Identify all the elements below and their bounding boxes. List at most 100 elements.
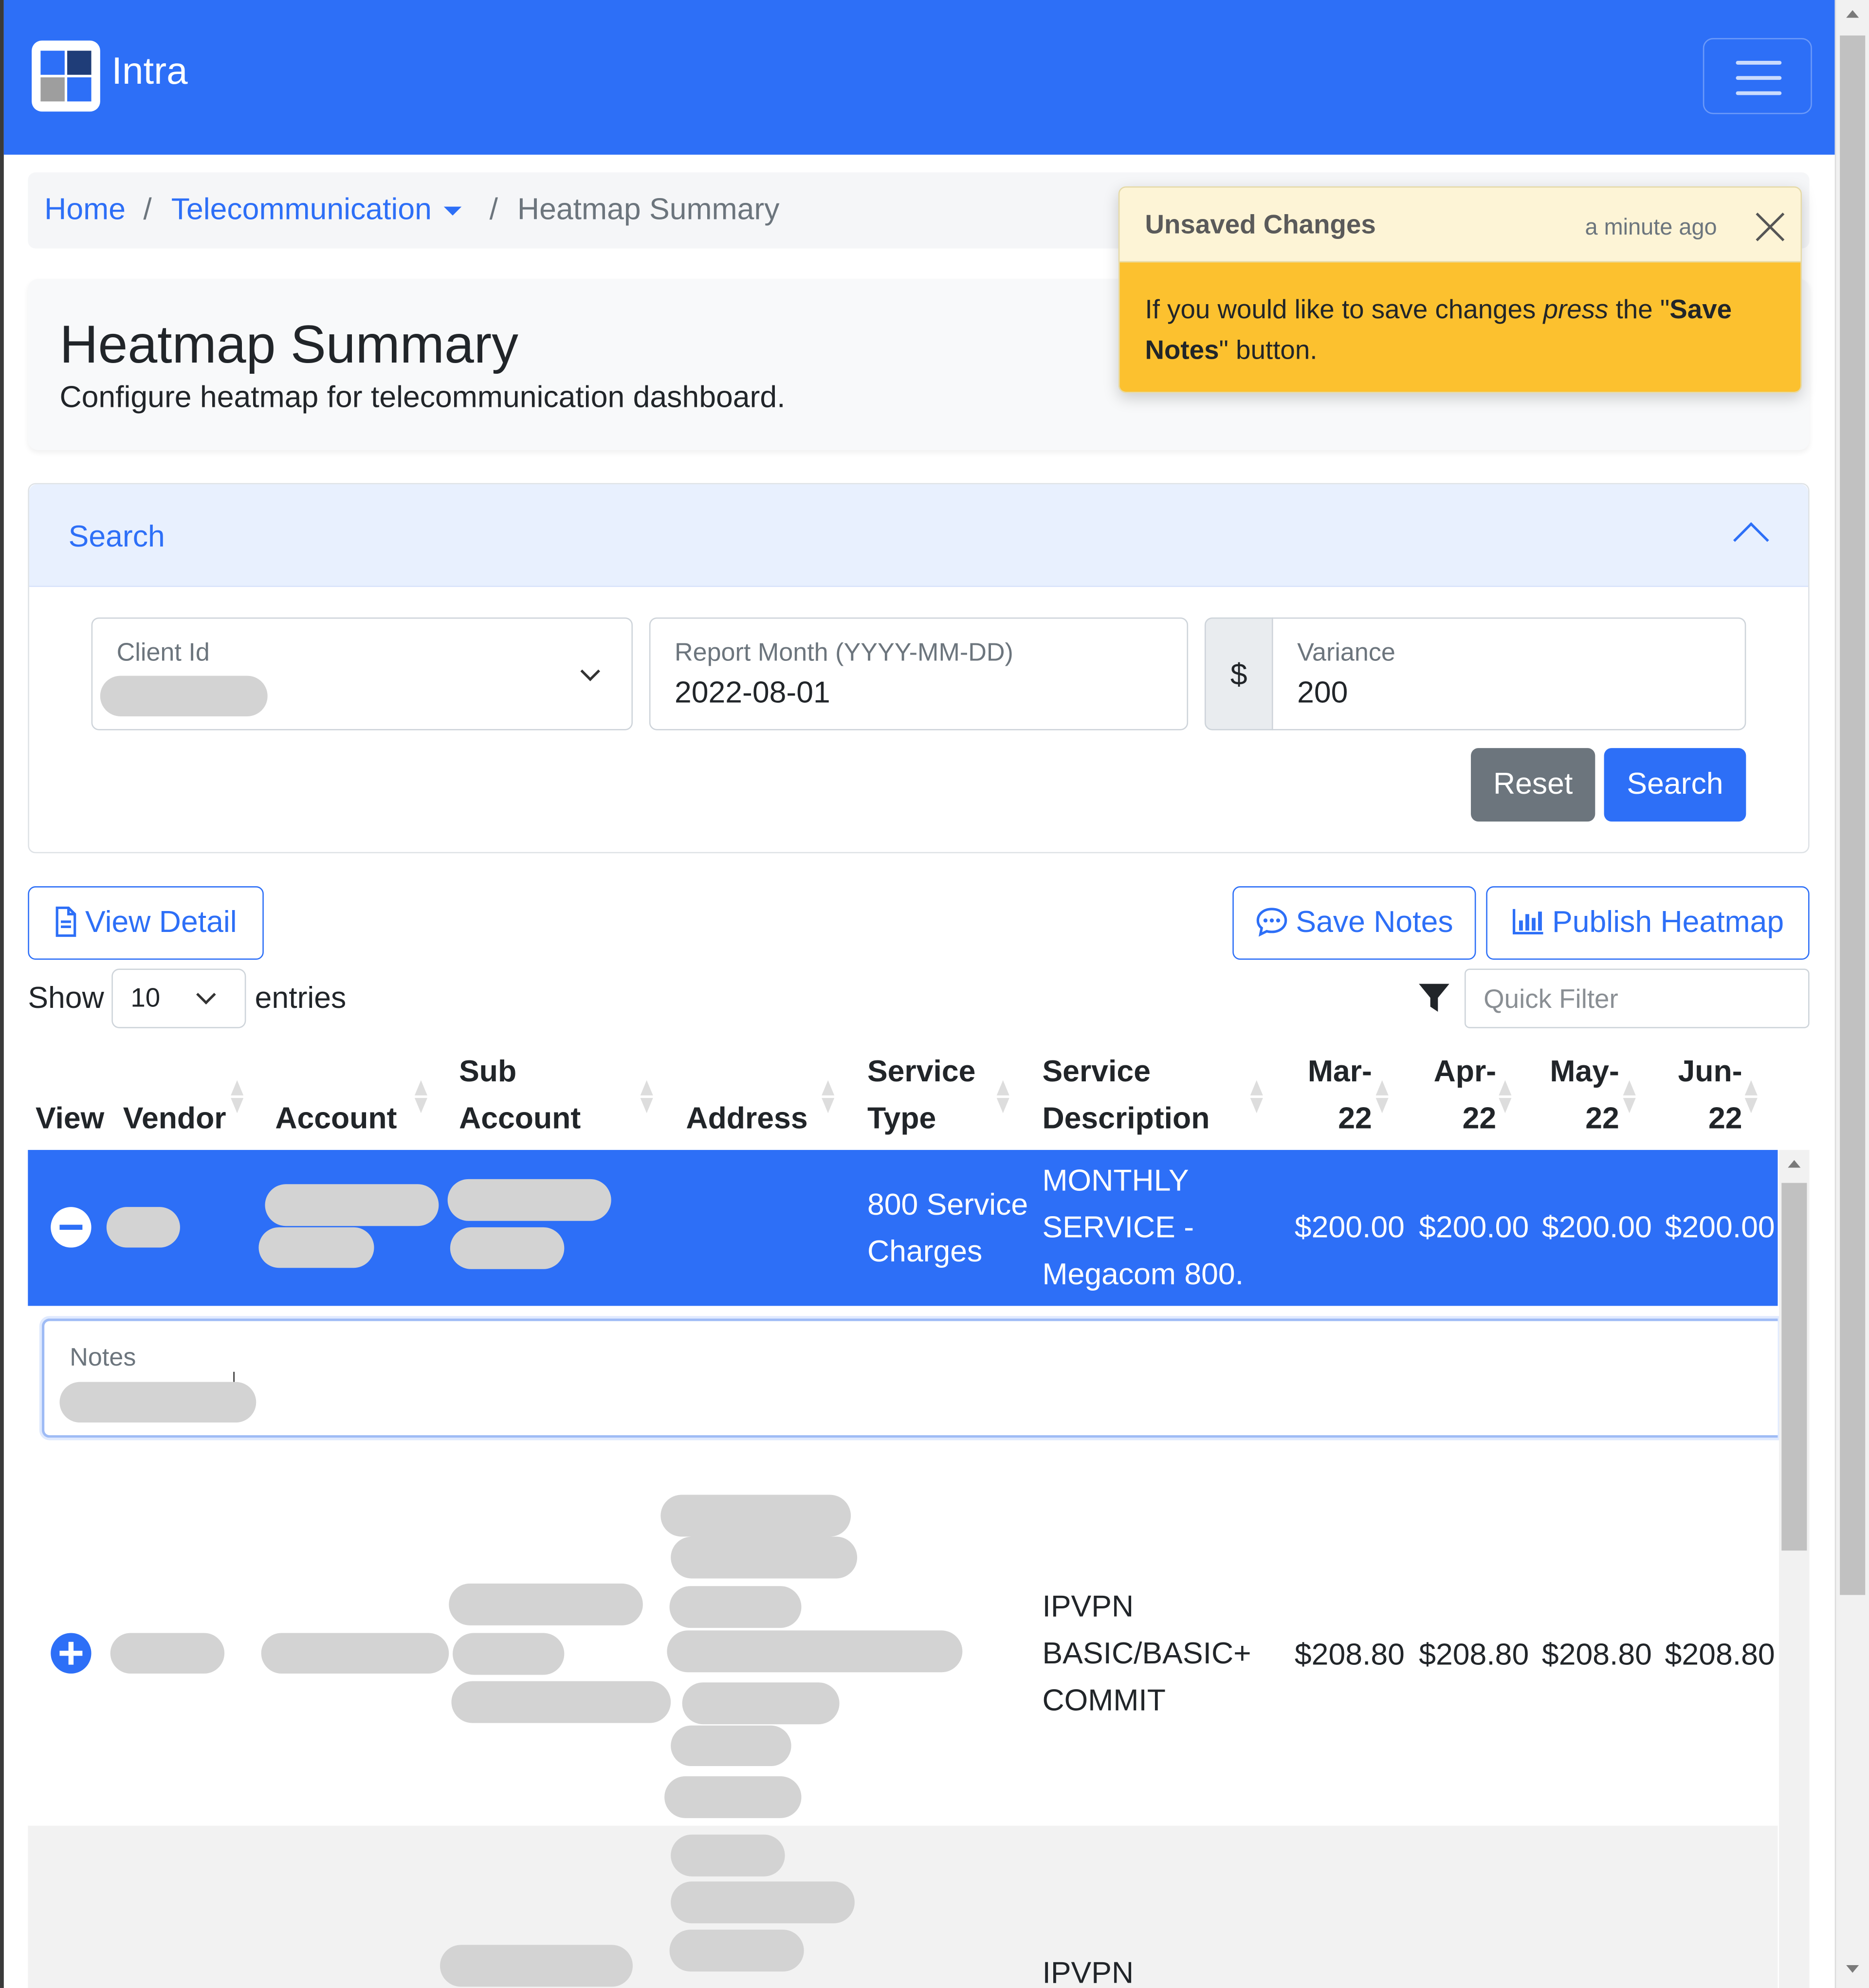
- column-header-mar-22[interactable]: Mar- 22: [1301, 1049, 1372, 1143]
- sort-icon[interactable]: [640, 1080, 653, 1113]
- table-scrollbar[interactable]: [1779, 1149, 1810, 1988]
- breadcrumb-telecom-dropdown[interactable]: Telecommunication: [171, 193, 462, 228]
- redacted-address: [669, 1930, 804, 1972]
- notes-field[interactable]: Notes: [41, 1318, 1778, 1438]
- redacted-account: [265, 1184, 439, 1226]
- collapse-row-icon[interactable]: [51, 1207, 92, 1248]
- bar-chart-icon: [1513, 909, 1543, 934]
- unsaved-changes-toast: Unsaved Changes a minute ago If you woul…: [1118, 186, 1802, 393]
- cell-line: 800 Service: [867, 1188, 1028, 1222]
- hamburger-icon: [1736, 91, 1782, 95]
- redacted-address: [682, 1682, 840, 1725]
- cell-may-22: $200.00: [1541, 1210, 1652, 1245]
- column-header-service-description[interactable]: Service Description: [1042, 1049, 1209, 1143]
- redacted-account: [261, 1633, 449, 1674]
- cell-line: BASIC/BASIC+: [1042, 1637, 1251, 1671]
- sort-icon[interactable]: [822, 1080, 835, 1113]
- search-button[interactable]: Search: [1604, 748, 1746, 822]
- cell-jun-22: $208.80: [1665, 1638, 1775, 1673]
- app-brand[interactable]: Intra: [111, 51, 187, 94]
- scroll-up-icon[interactable]: [1788, 1160, 1801, 1168]
- scroll-up-icon[interactable]: [1846, 10, 1859, 18]
- header-line: Service: [1042, 1055, 1151, 1089]
- entries-select-value: 10: [130, 984, 161, 1013]
- breadcrumb-current: Heatmap Summary: [517, 192, 780, 227]
- variance-field[interactable]: Variance 200: [1272, 617, 1746, 730]
- report-month-value: 2022-08-01: [674, 675, 830, 710]
- sort-icon[interactable]: [1375, 1080, 1389, 1113]
- navbar: Intra: [3, 0, 1835, 155]
- app-logo[interactable]: [32, 40, 100, 112]
- currency-addon: $: [1204, 617, 1273, 730]
- column-header-account[interactable]: Account: [275, 1095, 397, 1142]
- cell-line: Megacom 800.: [1042, 1258, 1244, 1292]
- redacted-vendor: [106, 1207, 180, 1248]
- column-header-may-22[interactable]: May- 22: [1538, 1049, 1619, 1143]
- header-line: 22: [1338, 1101, 1372, 1136]
- header-line: 22: [1585, 1101, 1619, 1136]
- quick-filter-placeholder: Quick Filter: [1484, 985, 1618, 1015]
- scrollbar-thumb[interactable]: [1840, 35, 1866, 1595]
- sort-icon[interactable]: [1250, 1080, 1263, 1113]
- caret-down-icon: [444, 207, 462, 216]
- cell-service-type: 800 Service Charges: [867, 1182, 1028, 1276]
- toast-text: If you would like to save changes: [1145, 295, 1543, 325]
- table-row[interactable]: [28, 1825, 1778, 1988]
- sort-icon[interactable]: [414, 1080, 427, 1113]
- scroll-down-icon[interactable]: [1846, 1965, 1859, 1973]
- toast-body: If you would like to save changes press …: [1119, 262, 1801, 392]
- column-header-view[interactable]: View: [36, 1095, 104, 1142]
- column-header-vendor[interactable]: Vendor: [123, 1095, 226, 1142]
- redacted-address: [660, 1495, 851, 1537]
- redacted-address: [669, 1586, 802, 1628]
- sort-icon[interactable]: [1499, 1080, 1512, 1113]
- redacted-address: [671, 1536, 858, 1579]
- sort-icon[interactable]: [231, 1080, 244, 1113]
- publish-heatmap-button[interactable]: Publish Heatmap: [1486, 886, 1810, 960]
- reset-button[interactable]: Reset: [1471, 748, 1595, 822]
- cell-line: SERVICE -: [1042, 1210, 1194, 1245]
- quick-filter-input[interactable]: Quick Filter: [1465, 968, 1810, 1028]
- header-line: Sub: [459, 1055, 517, 1089]
- cell-may-22: $208.80: [1541, 1638, 1652, 1673]
- table-scrollbar-thumb[interactable]: [1781, 1183, 1807, 1551]
- close-icon[interactable]: [1754, 210, 1787, 243]
- report-month-field[interactable]: Report Month (YYYY-MM-DD) 2022-08-01: [649, 617, 1189, 730]
- breadcrumb-home-link[interactable]: Home: [44, 193, 126, 228]
- menu-toggle-button[interactable]: [1703, 38, 1812, 114]
- search-panel-header[interactable]: Search: [29, 484, 1809, 587]
- column-header-sub-account[interactable]: Sub Account: [459, 1049, 581, 1143]
- hamburger-icon: [1736, 61, 1782, 65]
- sort-icon[interactable]: [1744, 1080, 1758, 1113]
- report-month-label: Report Month (YYYY-MM-DD): [674, 639, 1013, 667]
- show-label: Show: [28, 981, 104, 1016]
- column-header-address[interactable]: Address: [686, 1095, 807, 1142]
- toast-header: Unsaved Changes a minute ago: [1119, 187, 1801, 263]
- expand-row-icon[interactable]: [51, 1633, 92, 1674]
- redacted-address: [671, 1725, 791, 1767]
- sort-icon[interactable]: [1623, 1080, 1636, 1113]
- sort-icon[interactable]: [996, 1080, 1009, 1113]
- toast-timestamp: a minute ago: [1585, 214, 1717, 240]
- cell-mar-22: $200.00: [1294, 1210, 1405, 1245]
- redacted-account: [258, 1227, 374, 1268]
- client-id-label: Client Id: [116, 639, 210, 667]
- save-notes-button[interactable]: Save Notes: [1232, 886, 1476, 960]
- column-header-apr-22[interactable]: Apr- 22: [1425, 1049, 1497, 1143]
- redacted-sub-account: [450, 1227, 565, 1269]
- client-id-select[interactable]: Client Id: [91, 617, 633, 730]
- filter-icon[interactable]: [1418, 981, 1451, 1014]
- entries-select[interactable]: 10: [111, 968, 246, 1028]
- chevron-up-icon[interactable]: [1733, 522, 1769, 558]
- cell-jun-22: $200.00: [1665, 1210, 1775, 1245]
- redacted-address: [671, 1834, 785, 1877]
- column-header-jun-22[interactable]: Jun- 22: [1671, 1049, 1742, 1143]
- page-scrollbar[interactable]: [1834, 0, 1869, 1988]
- text-cursor: [233, 1371, 235, 1382]
- column-header-service-type[interactable]: Service Type: [867, 1049, 976, 1143]
- header-line: Type: [867, 1101, 936, 1136]
- breadcrumb-separator: /: [143, 192, 152, 227]
- entries-label: entries: [255, 981, 347, 1016]
- view-detail-button[interactable]: View Detail: [28, 886, 264, 960]
- breadcrumb-telecom-label: Telecommunication: [171, 192, 432, 227]
